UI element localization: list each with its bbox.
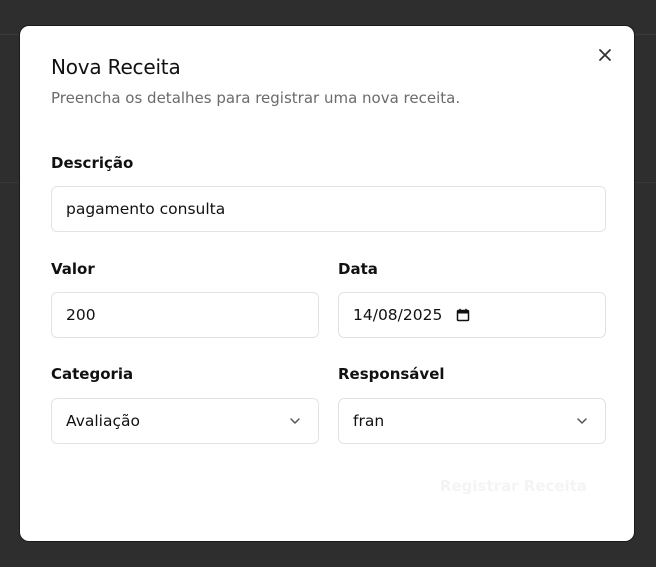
- amount-label: Valor: [51, 260, 95, 278]
- date-value[interactable]: 14/08/2025: [353, 306, 442, 324]
- date-label: Data: [338, 260, 378, 278]
- responsible-label: Responsável: [338, 365, 445, 383]
- chevron-down-icon: [286, 412, 304, 430]
- responsible-select[interactable]: fran: [338, 398, 606, 444]
- dialog-subtitle: Preencha os detalhes para registrar uma …: [51, 89, 461, 107]
- amount-input[interactable]: [66, 306, 304, 324]
- description-label: Descrição: [51, 154, 134, 172]
- dialog-title: Nova Receita: [51, 55, 181, 79]
- date-field[interactable]: 14/08/2025: [338, 292, 606, 338]
- category-selected-value: Avaliação: [66, 412, 140, 430]
- category-select[interactable]: Avaliação: [51, 398, 319, 444]
- description-field[interactable]: [51, 186, 606, 232]
- submit-button[interactable]: Registrar Receita: [440, 477, 587, 495]
- close-icon: [596, 46, 614, 64]
- chevron-down-icon: [573, 412, 591, 430]
- close-button[interactable]: [595, 45, 615, 65]
- responsible-selected-value: fran: [353, 412, 385, 430]
- new-income-dialog: Nova Receita Preencha os detalhes para r…: [21, 27, 633, 540]
- amount-field[interactable]: [51, 292, 319, 338]
- description-input[interactable]: [66, 200, 591, 218]
- category-label: Categoria: [51, 365, 134, 383]
- calendar-icon[interactable]: [454, 306, 472, 324]
